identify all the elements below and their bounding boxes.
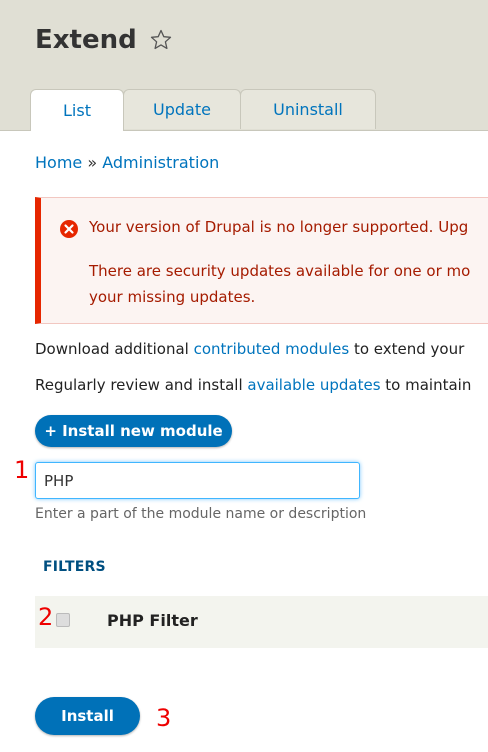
page-header: Extend List Update Uninstall [0, 0, 488, 131]
tab-list[interactable]: List [30, 89, 124, 131]
annotation-number-3: 3 [156, 704, 172, 732]
annotation-number-2: 2 [38, 603, 54, 631]
tab-update[interactable]: Update [123, 89, 241, 129]
module-checkbox-php-filter[interactable] [56, 613, 70, 627]
breadcrumb-home-link[interactable]: Home [35, 153, 82, 172]
contributed-text-post: to extend your [349, 340, 465, 358]
updates-text-pre: Regularly review and install [35, 376, 248, 394]
install-button[interactable]: Install [35, 697, 140, 735]
error-icon [60, 220, 78, 238]
page-title: Extend [35, 25, 173, 55]
install-new-module-button[interactable]: + Install new module [35, 415, 232, 447]
available-updates-link[interactable]: available updates [247, 376, 380, 394]
contributed-modules-link[interactable]: contributed modules [194, 340, 350, 358]
tab-uninstall[interactable]: Uninstall [240, 89, 376, 129]
updates-text-post: to maintain [380, 376, 472, 394]
tab-bar: List Update Uninstall [30, 89, 376, 131]
security-updates-message-line2: your missing updates. [89, 288, 256, 306]
error-message-box: Your version of Drupal is no longer supp… [35, 197, 488, 324]
security-updates-message-line1: There are security updates available for… [89, 262, 471, 280]
security-updates-message: There are security updates available for… [89, 258, 470, 310]
module-row-php-filter: PHP Filter [35, 596, 488, 648]
page-title-text: Extend [35, 25, 137, 55]
contributed-modules-text: Download additional contributed modules … [35, 340, 464, 358]
star-icon[interactable] [149, 28, 173, 52]
breadcrumb-separator: » [87, 153, 98, 172]
breadcrumb-administration-link[interactable]: Administration [102, 153, 219, 172]
contributed-text-pre: Download additional [35, 340, 194, 358]
available-updates-text: Regularly review and install available u… [35, 376, 471, 394]
module-filter-input[interactable] [35, 462, 360, 499]
filter-description: Enter a part of the module name or descr… [35, 506, 367, 522]
unsupported-version-message: Your version of Drupal is no longer supp… [89, 218, 469, 236]
filters-heading: FILTERS [43, 559, 106, 575]
annotation-number-1: 1 [14, 456, 30, 484]
module-name: PHP Filter [107, 611, 198, 630]
breadcrumb: Home » Administration [35, 153, 219, 172]
